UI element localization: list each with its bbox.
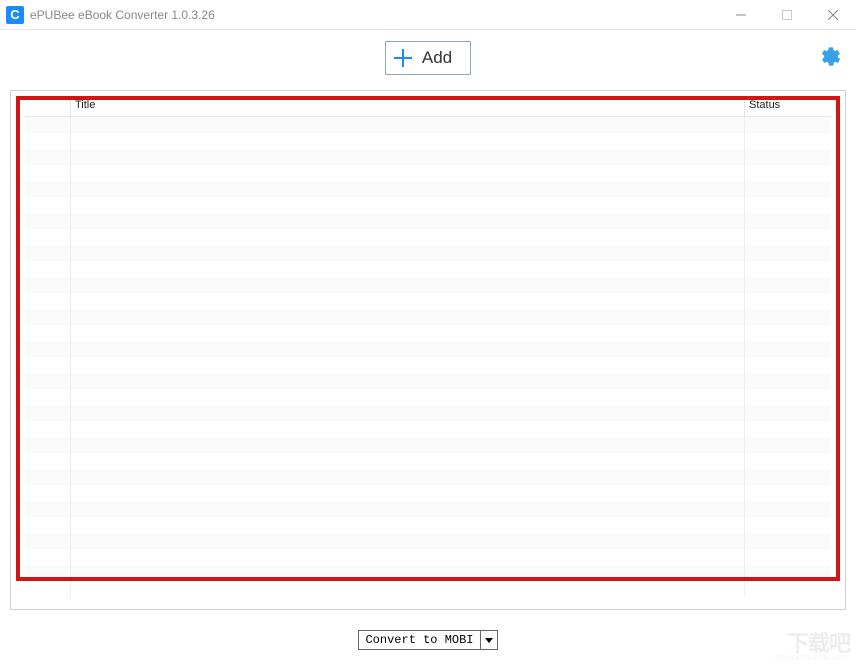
- table-row[interactable]: [25, 309, 831, 325]
- table-row[interactable]: [25, 453, 831, 469]
- table-row[interactable]: [25, 469, 831, 485]
- table-row[interactable]: [25, 421, 831, 437]
- settings-button[interactable]: [820, 46, 842, 71]
- table-row[interactable]: [25, 277, 831, 293]
- table-row[interactable]: [25, 501, 831, 517]
- table-row[interactable]: [25, 549, 831, 565]
- convert-dropdown[interactable]: Convert to MOBI: [358, 630, 497, 650]
- close-button[interactable]: [810, 0, 856, 29]
- table-row[interactable]: [25, 245, 831, 261]
- table-header: Title Status: [25, 99, 831, 117]
- table-row[interactable]: [25, 165, 831, 181]
- table-row[interactable]: [25, 229, 831, 245]
- table-row[interactable]: [25, 485, 831, 501]
- table-row[interactable]: [25, 197, 831, 213]
- table-row[interactable]: [25, 437, 831, 453]
- table-row[interactable]: [25, 213, 831, 229]
- watermark: 下载吧: [787, 626, 850, 658]
- maximize-button[interactable]: [764, 0, 810, 29]
- add-button[interactable]: Add: [385, 41, 471, 75]
- table-row[interactable]: [25, 325, 831, 341]
- footer: Convert to MOBI 下载吧 www.xiazaiba.com: [0, 620, 856, 660]
- table-row[interactable]: [25, 117, 831, 133]
- table-row[interactable]: [25, 293, 831, 309]
- plus-icon: [394, 49, 412, 67]
- column-title[interactable]: Title: [71, 99, 745, 116]
- table-row[interactable]: [25, 581, 831, 597]
- table-row[interactable]: [25, 341, 831, 357]
- titlebar: C ePUBee eBook Converter 1.0.3.26: [0, 0, 856, 30]
- table-row[interactable]: [25, 181, 831, 197]
- table-row[interactable]: [25, 517, 831, 533]
- table-row[interactable]: [25, 405, 831, 421]
- table-body[interactable]: [25, 117, 831, 597]
- table-row[interactable]: [25, 261, 831, 277]
- table-row[interactable]: [25, 389, 831, 405]
- table-row[interactable]: [25, 357, 831, 373]
- table-row[interactable]: [25, 149, 831, 165]
- add-button-label: Add: [422, 48, 452, 68]
- window-title: ePUBee eBook Converter 1.0.3.26: [30, 8, 718, 22]
- column-status[interactable]: Status: [745, 99, 831, 116]
- gear-icon: [820, 46, 842, 68]
- table-row[interactable]: [25, 133, 831, 149]
- chevron-down-icon: [481, 631, 497, 649]
- table-row[interactable]: [25, 533, 831, 549]
- convert-label: Convert to MOBI: [359, 631, 480, 649]
- app-icon: C: [6, 6, 24, 24]
- window-controls: [718, 0, 856, 29]
- table-row[interactable]: [25, 373, 831, 389]
- content-panel: Title Status: [10, 90, 846, 610]
- column-checkbox[interactable]: [25, 99, 71, 116]
- minimize-button[interactable]: [718, 0, 764, 29]
- toolbar: Add: [0, 30, 856, 86]
- table-row[interactable]: [25, 565, 831, 581]
- watermark-url: www.xiazaiba.com: [774, 652, 848, 662]
- file-table: Title Status: [25, 99, 831, 597]
